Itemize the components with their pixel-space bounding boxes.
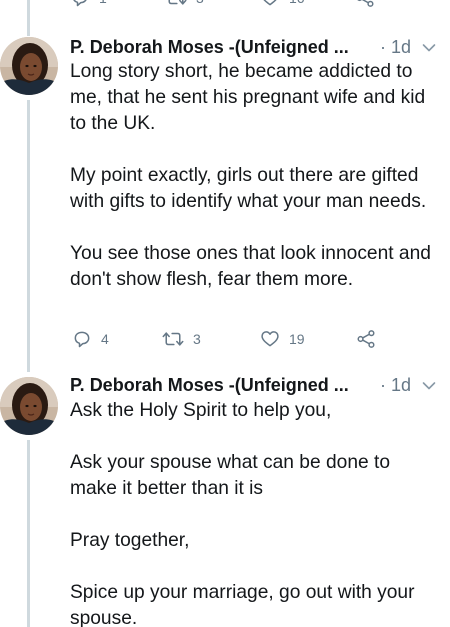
tweet-actions: 4 3 19 bbox=[72, 328, 402, 350]
tweet-thread: 1 3 16 P. Debor bbox=[0, 0, 450, 627]
tweet[interactable]: P. Deborah Moses -(Unfeigned ... · 1d Lo… bbox=[0, 0, 450, 360]
tweet-paragraph: You see those ones that look innocent an… bbox=[70, 243, 431, 290]
avatar[interactable] bbox=[0, 37, 58, 95]
share-icon bbox=[357, 330, 375, 348]
tweet-paragraph: Ask the Holy Spirit to help you, bbox=[70, 400, 332, 421]
chevron-down-icon[interactable] bbox=[422, 381, 436, 391]
tweet-paragraph: Spice up your marriage, go out with your… bbox=[70, 582, 415, 627]
tweet-header: P. Deborah Moses -(Unfeigned ... · 1d bbox=[70, 373, 436, 397]
tweet-meta: · 1d bbox=[380, 373, 436, 397]
author-name[interactable]: P. Deborah Moses -(Unfeigned ... bbox=[70, 375, 349, 395]
tweet-paragraph: My point exactly, girls out there are gi… bbox=[70, 165, 427, 212]
retweet-count: 3 bbox=[193, 331, 201, 347]
heart-icon bbox=[261, 331, 279, 347]
profile-photo bbox=[0, 377, 58, 435]
tweet-paragraph: Ask your spouse what can be done to make… bbox=[70, 452, 390, 499]
tweet-paragraph: Pray together, bbox=[70, 530, 190, 551]
tweet-paragraph: Long story short, he became addicted to … bbox=[70, 61, 426, 134]
profile-photo bbox=[0, 37, 58, 95]
tweet-time[interactable]: · 1d bbox=[380, 37, 411, 57]
tweet-text: Long story short, he became addicted to … bbox=[70, 59, 438, 293]
like-button[interactable]: 19 bbox=[260, 328, 305, 350]
like-count: 19 bbox=[289, 331, 305, 347]
reply-icon bbox=[74, 331, 90, 348]
tweet[interactable]: P. Deborah Moses -(Unfeigned ... · 1d As… bbox=[0, 360, 450, 627]
avatar[interactable] bbox=[0, 377, 58, 435]
retweet-button[interactable]: 3 bbox=[162, 328, 201, 350]
tweet-header: P. Deborah Moses -(Unfeigned ... · 1d bbox=[70, 35, 436, 59]
retweet-icon bbox=[162, 332, 184, 346]
chevron-down-icon[interactable] bbox=[422, 43, 436, 53]
tweet-meta: · 1d bbox=[380, 35, 436, 59]
reply-button[interactable]: 4 bbox=[72, 328, 109, 350]
share-button[interactable] bbox=[356, 328, 376, 350]
tweet-text: Ask the Holy Spirit to help you, Ask you… bbox=[70, 398, 438, 627]
author-name[interactable]: P. Deborah Moses -(Unfeigned ... bbox=[70, 37, 349, 57]
tweet-time[interactable]: · 1d bbox=[380, 375, 411, 395]
reply-count: 4 bbox=[101, 331, 109, 347]
